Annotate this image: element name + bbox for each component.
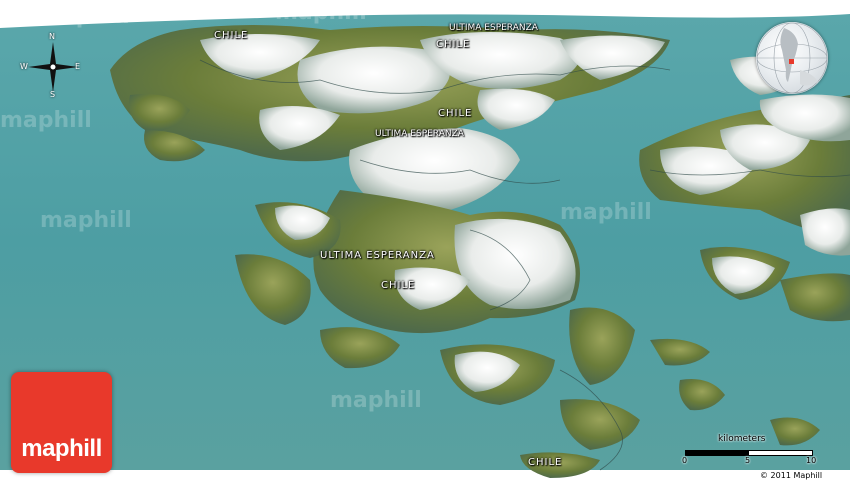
globe-icon (756, 22, 828, 94)
scale-tick: 10 (806, 456, 817, 465)
watermark: maphill (560, 200, 652, 225)
place-label-ultima-esperanza[interactable]: ULTIMA ESPERANZA (320, 250, 435, 261)
compass-west: W (20, 62, 28, 71)
satellite-3d-map[interactable]: maphill maphill maphill maphill maphill … (0, 0, 850, 484)
place-label-ultima-esperanza[interactable]: ULTIMA ESPERANZA (449, 23, 538, 33)
watermark: maphill (38, 4, 130, 29)
place-label-chile[interactable]: CHILE (214, 30, 248, 41)
place-label-chile[interactable]: CHILE (438, 108, 472, 119)
watermark: maphill (40, 208, 132, 233)
watermark: maphill (275, 0, 367, 25)
globe-label: C (762, 88, 768, 94)
terrain-layer (0, 0, 850, 484)
location-marker (789, 59, 794, 64)
maphill-logo[interactable]: maphill (11, 372, 112, 473)
scale-tick: 0 (682, 456, 688, 465)
place-label-ultima-esperanza[interactable]: ULTIMA ESPERANZA (375, 129, 464, 139)
copyright-notice: © 2011 Maphill (760, 471, 823, 480)
scale-title: kilometers (718, 434, 766, 444)
place-label-chile[interactable]: CHILE (436, 39, 470, 50)
scale-tick: 5 (745, 456, 751, 465)
place-label-chile[interactable]: CHILE (381, 280, 415, 291)
watermark: maphill (0, 108, 92, 133)
compass-east: E (75, 62, 81, 71)
watermark: maphill (330, 388, 422, 413)
compass-north: N (49, 32, 55, 41)
scale-bar: kilometers 0 5 10 (678, 434, 828, 474)
maphill-logo-text: maphill (21, 435, 102, 462)
locator-globe[interactable]: C (756, 22, 828, 94)
place-label-chile[interactable]: CHILE (528, 457, 562, 468)
compass-south: S (50, 90, 56, 99)
compass-rose: N S W E (18, 32, 88, 100)
